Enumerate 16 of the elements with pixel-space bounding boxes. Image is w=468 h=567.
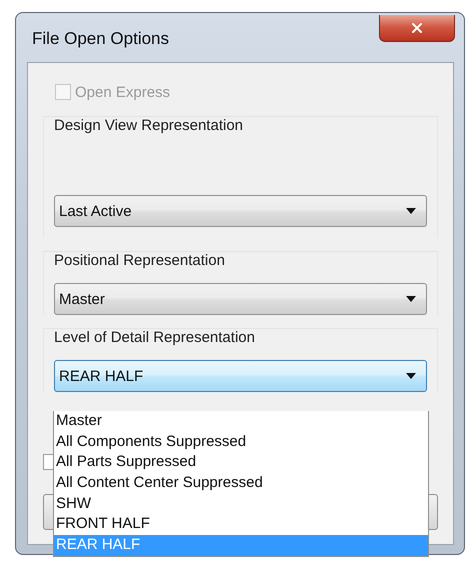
list-option[interactable]: All Components Suppressed xyxy=(54,432,428,452)
list-option[interactable]: FRONT HALF xyxy=(54,514,428,536)
caret-icon xyxy=(406,296,416,302)
list-option[interactable]: Master xyxy=(54,411,428,432)
list-option[interactable]: All Parts Suppressed xyxy=(54,452,428,474)
close-button[interactable] xyxy=(379,15,455,42)
checkbox-label: Open Express xyxy=(75,84,170,100)
window-title: File Open Options xyxy=(32,29,170,49)
dropdown-field[interactable]: Master xyxy=(54,283,427,315)
dropdown-field[interactable]: Last Active xyxy=(54,195,427,227)
caret-icon xyxy=(406,208,416,214)
list-option[interactable]: All Content Center Suppressed xyxy=(54,473,428,494)
list-option[interactable]: SHW xyxy=(54,494,428,514)
dropdown-field[interactable]: REAR HALF xyxy=(54,360,427,392)
close-icon xyxy=(409,20,425,36)
caret-icon xyxy=(406,373,416,379)
